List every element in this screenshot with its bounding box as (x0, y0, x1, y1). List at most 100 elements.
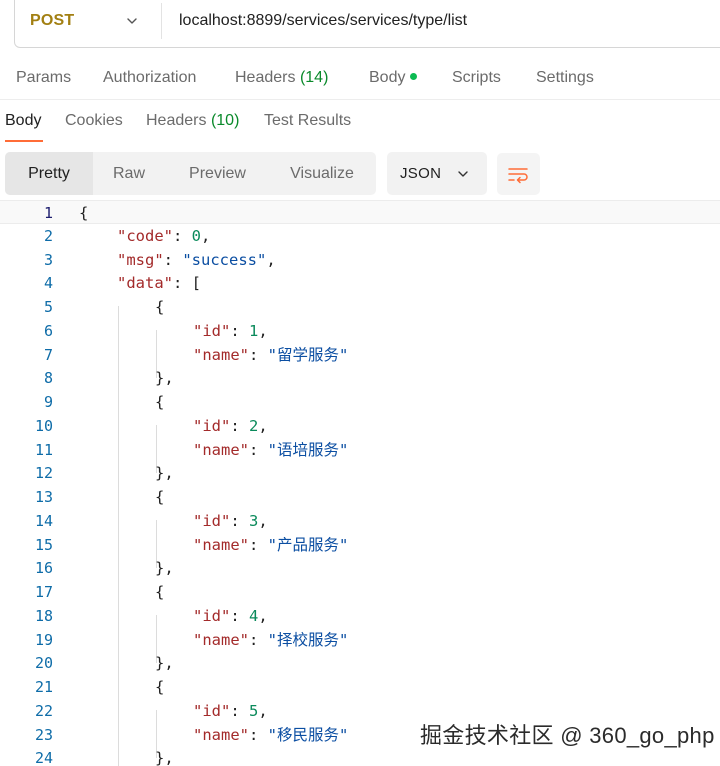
code-token: , (201, 226, 211, 245)
code-text: { (155, 580, 164, 604)
line-number: 2 (43, 226, 53, 245)
tab-authorization[interactable]: Authorization (103, 69, 196, 87)
line-number: 22 (34, 701, 53, 720)
code-line: 13 { (0, 485, 720, 509)
url-input[interactable]: localhost:8899/services/services/type/li… (179, 12, 467, 30)
tab-body[interactable]: Body (369, 69, 418, 87)
tab-settings[interactable]: Settings (536, 69, 594, 87)
view-raw-button[interactable]: Raw (93, 152, 165, 195)
wrap-lines-button[interactable] (497, 153, 540, 195)
line-number: 5 (43, 298, 53, 316)
code-line: 21 { (0, 675, 720, 699)
code-line: 1{ (0, 200, 720, 224)
code-token: }, (155, 464, 174, 483)
code-token: "择校服务" (267, 630, 349, 649)
response-tab-cookies[interactable]: Cookies (65, 112, 123, 130)
code-text: { (155, 390, 164, 414)
tab-headers[interactable]: Headers (14) (235, 69, 328, 87)
code-text: "id": 2, (193, 414, 268, 438)
code-text: }, (155, 556, 174, 580)
code-token: , (258, 701, 268, 720)
response-tabs: Body Cookies Headers (10) Test Results (0, 104, 720, 144)
code-line: 11 "name": "语培服务" (0, 438, 720, 462)
line-number: 6 (43, 321, 53, 340)
body-indicator-dot (410, 73, 418, 80)
code-line: 2 "code": 0, (0, 224, 720, 248)
line-number: 16 (34, 559, 53, 578)
code-token: { (155, 583, 165, 601)
line-number: 4 (43, 274, 53, 293)
code-token: 0 (191, 226, 202, 245)
code-text: "name": "移民服务" (193, 723, 348, 747)
code-token: , (258, 511, 268, 530)
line-number: 17 (34, 583, 53, 601)
code-token: , (258, 321, 268, 340)
code-token: : (249, 725, 268, 744)
tab-scripts[interactable]: Scripts (452, 69, 501, 87)
line-number: 23 (34, 725, 53, 744)
code-token: 2 (249, 416, 259, 435)
code-line: 20}, (0, 651, 720, 675)
code-token: "产品服务" (267, 535, 349, 554)
chevron-down-icon[interactable] (125, 14, 139, 28)
code-text: { (79, 201, 88, 225)
tab-params[interactable]: Params (16, 69, 71, 87)
code-token: , (258, 606, 268, 625)
method-select[interactable]: POST (30, 12, 74, 30)
response-tab-headers[interactable]: Headers (10) (146, 112, 239, 130)
code-token: "msg" (117, 250, 164, 269)
format-select-label: JSON (400, 165, 442, 182)
view-preview-button[interactable]: Preview (165, 152, 270, 195)
response-body-editor[interactable]: 1{2 "code": 0, 3 "msg": "success", 4 "data": … (0, 200, 720, 766)
code-line: 12}, (0, 461, 720, 485)
code-line: 3 "msg": "success", (0, 248, 720, 272)
code-token: , (258, 416, 268, 435)
code-token: "name" (193, 630, 249, 649)
response-headers-count-badge: (10) (210, 112, 240, 129)
code-line: 14 "id": 3, (0, 509, 720, 533)
code-token: { (79, 204, 89, 222)
format-select[interactable]: JSON (387, 152, 487, 195)
view-pretty-button[interactable]: Pretty (5, 152, 93, 195)
code-token: "data" (117, 274, 173, 293)
code-text: "name": "留学服务" (193, 343, 348, 367)
code-text: { (155, 295, 164, 319)
code-text: { (155, 485, 164, 509)
line-number: 11 (34, 440, 53, 459)
code-token: "id" (193, 511, 231, 530)
line-number: 14 (34, 511, 53, 530)
response-tab-body[interactable]: Body (5, 112, 41, 130)
code-token: "success" (182, 250, 267, 269)
code-token: "name" (193, 535, 249, 554)
request-tabs: Params Authorization Headers (14) Body S… (0, 58, 720, 100)
response-tab-test-results[interactable]: Test Results (264, 112, 351, 130)
code-line: 5{ (0, 295, 720, 319)
view-mode-group: Pretty Raw Preview Visualize (5, 152, 376, 195)
code-token: "移民服务" (267, 725, 349, 744)
line-number: 12 (34, 464, 53, 483)
code-text: "id": 5, (193, 699, 268, 723)
code-text: "id": 1, (193, 319, 268, 343)
code-token: 1 (249, 321, 259, 340)
code-token: : (230, 606, 249, 625)
code-text: }, (155, 461, 174, 485)
code-token: "name" (193, 725, 249, 744)
code-token: "name" (193, 345, 249, 364)
line-number: 3 (43, 250, 53, 269)
code-line: 17 { (0, 580, 720, 604)
request-bar-divider (161, 3, 162, 39)
code-token: , (266, 250, 276, 269)
line-number: 1 (43, 204, 53, 222)
code-token: { (155, 298, 165, 316)
chevron-down-icon (458, 171, 468, 177)
code-token: "name" (193, 440, 249, 459)
line-number: 10 (34, 416, 53, 435)
code-token: : (230, 321, 249, 340)
response-tab-headers-label: Headers (146, 112, 207, 129)
code-token: 3 (249, 511, 259, 530)
code-token: : (249, 440, 268, 459)
code-token: 5 (249, 701, 259, 720)
code-text: }, (155, 651, 174, 675)
code-token: "id" (193, 416, 231, 435)
view-visualize-button[interactable]: Visualize (270, 152, 374, 195)
